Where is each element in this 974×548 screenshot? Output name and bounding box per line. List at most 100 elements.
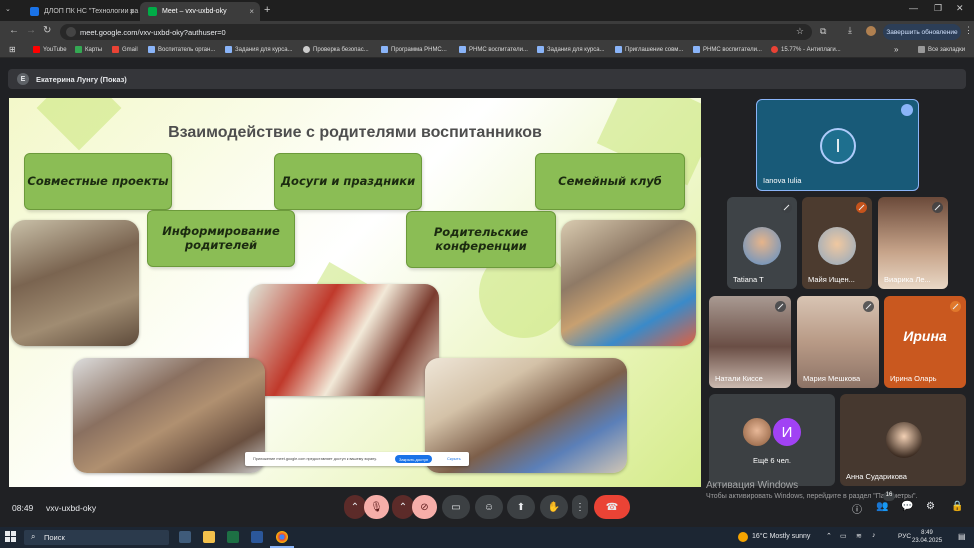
raise-hand-button[interactable]: ✋ (540, 495, 568, 519)
camera-toggle-button[interactable]: ⊘ (412, 495, 437, 519)
more-options-button[interactable]: ⋮ (572, 495, 588, 519)
participant-tile[interactable]: Виарика Ле... (878, 197, 948, 289)
forward-icon[interactable]: → (26, 25, 36, 36)
download-icon[interactable]: ⤓ (848, 25, 852, 36)
reload-icon[interactable]: ↻ (43, 25, 51, 36)
volume-icon[interactable]: ♪ (872, 532, 876, 539)
shared-screen: Взаимодействие с родителями воспитаннико… (9, 98, 701, 487)
bookmark-item[interactable]: Воспитатель орган... (148, 46, 215, 53)
bookmark-gmail[interactable]: Gmail (112, 46, 138, 53)
participant-tile[interactable]: Майя Ищен... (802, 197, 872, 289)
participant-tile[interactable]: Ирина Ирина Оларь (884, 296, 966, 388)
avatar (886, 422, 922, 458)
people-icon[interactable]: 👥 (876, 501, 888, 512)
audio-options-button[interactable]: ⌃ (344, 495, 366, 519)
bookmarks-bar: ⊞ YouTube Карты Gmail Воспитатель орган.… (0, 43, 974, 58)
address-bar[interactable]: meet.google.com/vxv-uxbd-oky?authuser=0 … (60, 24, 812, 40)
bookmark-item[interactable]: Задания для курса... (225, 46, 293, 53)
more-participants-tile[interactable]: И Ещё 6 чел. (709, 394, 835, 486)
word-icon[interactable] (251, 531, 263, 543)
chrome-icon[interactable] (276, 531, 288, 543)
participant-tile[interactable]: Натали Киссе (709, 296, 791, 388)
screen-share-notice: Приложение meet.google.com предоставляет… (245, 452, 469, 466)
photo-meeting (11, 220, 139, 346)
tab-dlop[interactable]: ДЛОП ПК НС "Технологии ра × (22, 2, 140, 21)
browser-toolbar: ← → ↻ meet.google.com/vxv-uxbd-oky?authu… (0, 21, 974, 43)
bookmark-item[interactable]: Проверка безопас... (303, 46, 369, 53)
excel-icon[interactable] (227, 531, 239, 543)
profile-avatar[interactable] (866, 26, 876, 36)
bookmark-item[interactable]: 15.77% - Антиплаги... (771, 46, 841, 53)
gmail-icon (112, 46, 119, 53)
avatar: И (771, 416, 803, 448)
bookmark-label: Программа РНМС... (391, 46, 447, 53)
bookmark-item[interactable]: Программа РНМС... (381, 46, 447, 53)
page-icon (225, 46, 232, 53)
extensions-icon[interactable]: ⧉ (820, 26, 826, 37)
notifications-icon[interactable]: ▤ (958, 532, 966, 541)
task-view-icon[interactable] (179, 531, 191, 543)
back-icon[interactable]: ← (9, 25, 19, 36)
participant-name: Мария Мешкова (803, 374, 861, 383)
taskbar-search[interactable]: ⌕ Поиск (24, 530, 169, 545)
bookmark-youtube[interactable]: YouTube (33, 46, 67, 53)
menu-icon[interactable]: ⋮ (964, 25, 973, 36)
apps-icon[interactable]: ⊞ (9, 45, 16, 54)
bookmark-maps[interactable]: Карты (75, 46, 102, 53)
bookmark-item[interactable]: Приглашение совм... (615, 46, 683, 53)
mic-off-icon: 🎙 (370, 501, 383, 513)
captions-button[interactable]: ▭ (442, 495, 470, 519)
bookmark-item[interactable]: РНМС воспитатели... (693, 46, 762, 53)
bookmark-item[interactable]: РНМС воспитатели... (459, 46, 528, 53)
participant-name: Ianova Iulia (763, 176, 802, 185)
stop-sharing-button[interactable]: Закрыть доступ (395, 455, 433, 463)
update-button[interactable]: Завершить обновление (883, 24, 961, 40)
search-placeholder: Поиск (44, 533, 65, 542)
minimize-button[interactable]: — (909, 3, 918, 13)
site-favicon-icon (30, 7, 39, 16)
activities-icon[interactable]: ⚙ (926, 501, 935, 512)
weather-text: 16°C Mostly sunny (752, 533, 811, 540)
network-icon[interactable]: ▭ (840, 532, 847, 540)
photo-exhibition (249, 284, 439, 396)
restore-button[interactable]: ❐ (934, 3, 942, 14)
video-options-button[interactable]: ⌃ (392, 495, 414, 519)
page-icon (381, 46, 388, 53)
windows-start-icon[interactable] (5, 531, 17, 543)
close-icon[interactable]: × (129, 7, 134, 16)
info-icon[interactable]: ⓘ (852, 501, 862, 516)
close-icon[interactable]: × (249, 7, 254, 16)
site-info-icon[interactable] (66, 27, 76, 37)
wifi-icon[interactable]: ≋ (856, 532, 862, 540)
participant-tile[interactable]: Мария Мешкова (797, 296, 879, 388)
bookmark-item[interactable]: Задания для курса... (537, 46, 605, 53)
language-indicator[interactable]: РУС (898, 533, 911, 540)
close-window-button[interactable]: ✕ (956, 3, 964, 14)
meeting-code: vxv-uxbd-oky (46, 503, 97, 513)
tab-list-button[interactable]: ⌄ (5, 5, 15, 15)
mic-toggle-button[interactable]: 🎙 (364, 495, 389, 519)
participant-name: Tatiana T (733, 275, 764, 284)
bookmark-label: РНМС воспитатели... (703, 46, 762, 53)
all-bookmarks[interactable]: Все закладки (918, 46, 965, 53)
file-explorer-icon[interactable] (203, 531, 215, 543)
participant-tile[interactable]: Анна Сударикова (840, 394, 966, 486)
participant-tile[interactable]: Tatiana T (727, 197, 797, 289)
taskbar-clock[interactable]: 8:49 23.04.2025 (912, 529, 942, 546)
tab-label: ДЛОП ПК НС "Технологии ра (44, 8, 139, 15)
tray-chevron-icon[interactable]: ⌃ (826, 532, 832, 540)
leave-call-button[interactable]: ☎ (594, 495, 630, 519)
more-bookmarks-icon[interactable]: » (894, 45, 898, 54)
slide-box-leisure: Досуги и праздники (274, 153, 422, 210)
reactions-button[interactable]: ☺ (475, 495, 503, 519)
present-button[interactable]: ⬆ (507, 495, 535, 519)
participant-tile-featured[interactable]: I Ianova Iulia (756, 99, 919, 191)
tab-meet[interactable]: Meet – vxv-uxbd-oky × (140, 2, 260, 21)
clock-time: 8:49 (921, 530, 933, 536)
host-controls-icon[interactable]: 🔒 (951, 501, 963, 512)
hide-notice-link[interactable]: Скрыть (447, 456, 461, 461)
bookmark-star-icon[interactable]: ☆ (796, 26, 804, 37)
participant-name: Анна Сударикова (846, 472, 907, 481)
chat-icon[interactable]: 💬 (901, 501, 913, 512)
new-tab-button[interactable]: + (264, 4, 270, 16)
